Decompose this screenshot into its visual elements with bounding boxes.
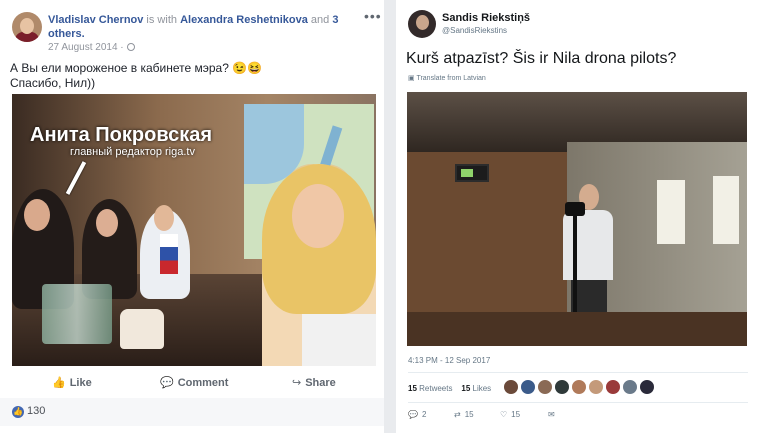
liker-avatar[interactable] <box>521 380 535 394</box>
comment-label: Comment <box>177 377 229 389</box>
share-icon: ↪ <box>292 377 302 389</box>
facebook-post: Vladislav Chernov is with Alexandra Resh… <box>0 0 384 433</box>
more-options-icon[interactable]: ••• <box>364 8 382 24</box>
retweet-count: 15 <box>464 410 474 419</box>
author-name[interactable]: Vladislav Chernov <box>48 14 143 26</box>
post-text-line: А Вы ели мороженое в кабинете мэра? 😉😆 <box>10 61 263 75</box>
liker-avatar[interactable] <box>623 380 637 394</box>
tagged-person[interactable]: Alexandra Reshetnikova <box>180 14 308 26</box>
exit-sign <box>455 164 489 182</box>
translate-label: Translate from Latvian <box>416 75 486 82</box>
comment-button[interactable]: 💬 Comment <box>160 376 228 389</box>
likes-stat[interactable]: 15 Likes <box>461 384 491 393</box>
tweet-text: Kurš atpazīst? Šis ir Nila drona pilots? <box>406 50 677 67</box>
liker-avatar[interactable] <box>589 380 603 394</box>
liker-avatar[interactable] <box>572 380 586 394</box>
likes-label: Likes <box>470 384 492 393</box>
heart-icon: ♡ <box>500 410 508 419</box>
retweets-label: Retweets <box>416 384 453 393</box>
thumbs-up-icon: 👍 <box>52 377 66 389</box>
message-button[interactable]: ✉ <box>548 410 559 419</box>
russian-flag <box>160 234 178 274</box>
like-label: Like <box>69 377 92 389</box>
and-text: and <box>307 14 333 26</box>
tweet-like-count: 15 <box>511 410 521 419</box>
post-actions: 👍 Like 💬 Comment ↪ Share <box>0 370 384 396</box>
tweet-photo[interactable] <box>407 92 747 346</box>
like-reaction-icon: 👍 <box>12 406 24 418</box>
translate-link[interactable]: ▣ Translate from Latvian <box>408 74 486 82</box>
tweet-author-avatar[interactable] <box>408 10 436 38</box>
post-header: Vladislav Chernov is with Alexandra Resh… <box>48 13 348 41</box>
likes-number: 15 <box>461 384 471 393</box>
retweet-button[interactable]: ⇄ 15 <box>454 410 474 419</box>
retweet-icon: ⇄ <box>454 410 461 419</box>
post-text-line: Спасибо, Нил)) <box>10 76 96 90</box>
retweets-number: 15 <box>408 384 417 393</box>
retweets-stat[interactable]: 15 Retweets <box>408 384 452 393</box>
tweet-author-handle[interactable]: @SandisRiekstins <box>442 26 507 35</box>
author-avatar[interactable] <box>12 12 42 42</box>
reply-icon: 💬 <box>408 410 418 419</box>
drone-camera <box>565 202 585 216</box>
photo-overlay-role: главный редактор riga.tv <box>70 146 195 158</box>
reply-button[interactable]: 💬 2 <box>408 410 426 419</box>
liker-avatar[interactable] <box>555 380 569 394</box>
tweet-author-name[interactable]: Sandis Riekstiņš <box>442 12 530 24</box>
tweet-stats: 15 Retweets 15 Likes <box>408 384 491 393</box>
post-date-text[interactable]: 27 August 2014 · <box>48 42 124 53</box>
tweet-like-button[interactable]: ♡ 15 <box>500 410 520 419</box>
comment-icon: 💬 <box>160 377 174 389</box>
liker-avatar[interactable] <box>504 380 518 394</box>
share-label: Share <box>305 377 336 389</box>
liker-avatar[interactable] <box>640 380 654 394</box>
liker-avatar[interactable] <box>606 380 620 394</box>
like-button[interactable]: 👍 Like <box>52 376 92 389</box>
tweet: Sandis Riekstiņš @SandisRiekstins Kurš a… <box>396 0 768 433</box>
globe-icon <box>126 43 135 51</box>
divider <box>408 402 748 403</box>
reply-count: 2 <box>421 410 427 419</box>
envelope-icon: ✉ <box>548 410 555 419</box>
post-photo[interactable]: Анита Покровская главный редактор riga.t… <box>12 94 376 366</box>
liker-avatar[interactable] <box>538 380 552 394</box>
with-text: is with <box>143 14 181 26</box>
photo-overlay-name: Анита Покровская <box>30 124 213 146</box>
divider <box>408 372 748 373</box>
share-button[interactable]: ↪ Share <box>292 376 336 389</box>
like-count: 130 <box>27 405 46 417</box>
tweet-timestamp[interactable]: 4:13 PM - 12 Sep 2017 <box>408 356 490 365</box>
post-text: А Вы ели мороженое в кабинете мэра? 😉😆 С… <box>10 61 370 91</box>
post-date: 27 August 2014 · <box>48 42 135 53</box>
liker-avatars <box>504 380 657 399</box>
likes-bar[interactable]: 👍 130 <box>0 398 384 426</box>
